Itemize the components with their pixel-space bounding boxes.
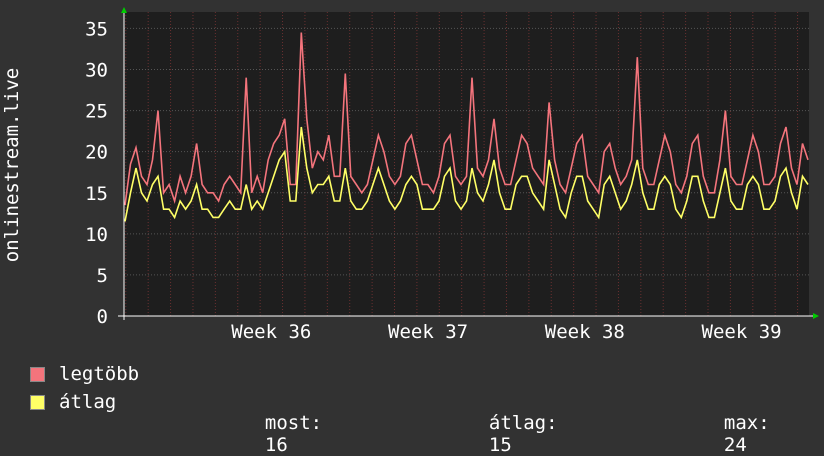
stat-atlag-label: átlag: [488,412,558,434]
chart-area: 05101520253035 Week 36 Week 37 Week 38 Week… [1,7,819,343]
legend-label-atlag: átlag [59,391,117,413]
y-tick-labels: 0 5 10 15 20 25 30 35 [85,18,108,328]
stat-max-label: max: [723,412,770,434]
x-tick-label: Week 36 [231,321,311,343]
y-axis-arrow-icon [121,7,127,13]
stat-most: most: 16 [242,390,322,456]
y-tick-label: 20 [85,142,108,164]
x-axis-arrow-icon [813,313,819,319]
legend-swatch-legtobb [30,366,45,382]
y-tick-label: 30 [85,60,108,82]
y-tick-label: 5 [97,265,108,287]
stat-max-value: 24 [723,434,747,456]
x-tick-labels: Week 36 Week 37 Week 38 Week 39 [231,321,781,343]
x-tick-label: Week 38 [545,321,625,343]
x-tick-label: Week 39 [702,321,782,343]
x-tick-label: Week 37 [388,321,468,343]
stat-most-label: most: [264,412,323,434]
legend-item-legtobb: legtöbb [30,363,139,385]
legend-label-legtobb: legtöbb [59,363,140,385]
y-tick-label: 25 [85,101,108,123]
y-axis-label: onlinestream.live [1,68,23,262]
legend-swatch-atlag [30,394,45,410]
y-tick-label: 15 [85,183,108,205]
legend-item-atlag: átlag [30,391,116,413]
y-tick-label: 10 [85,224,108,246]
stat-atlag-value: 15 [488,434,512,456]
stat-max: max: 24 [701,390,770,456]
stat-atlag: átlag: 15 [466,390,558,456]
y-tick-label: 35 [85,18,108,40]
stat-most-value: 16 [264,434,288,456]
y-tick-label: 0 [97,306,108,328]
